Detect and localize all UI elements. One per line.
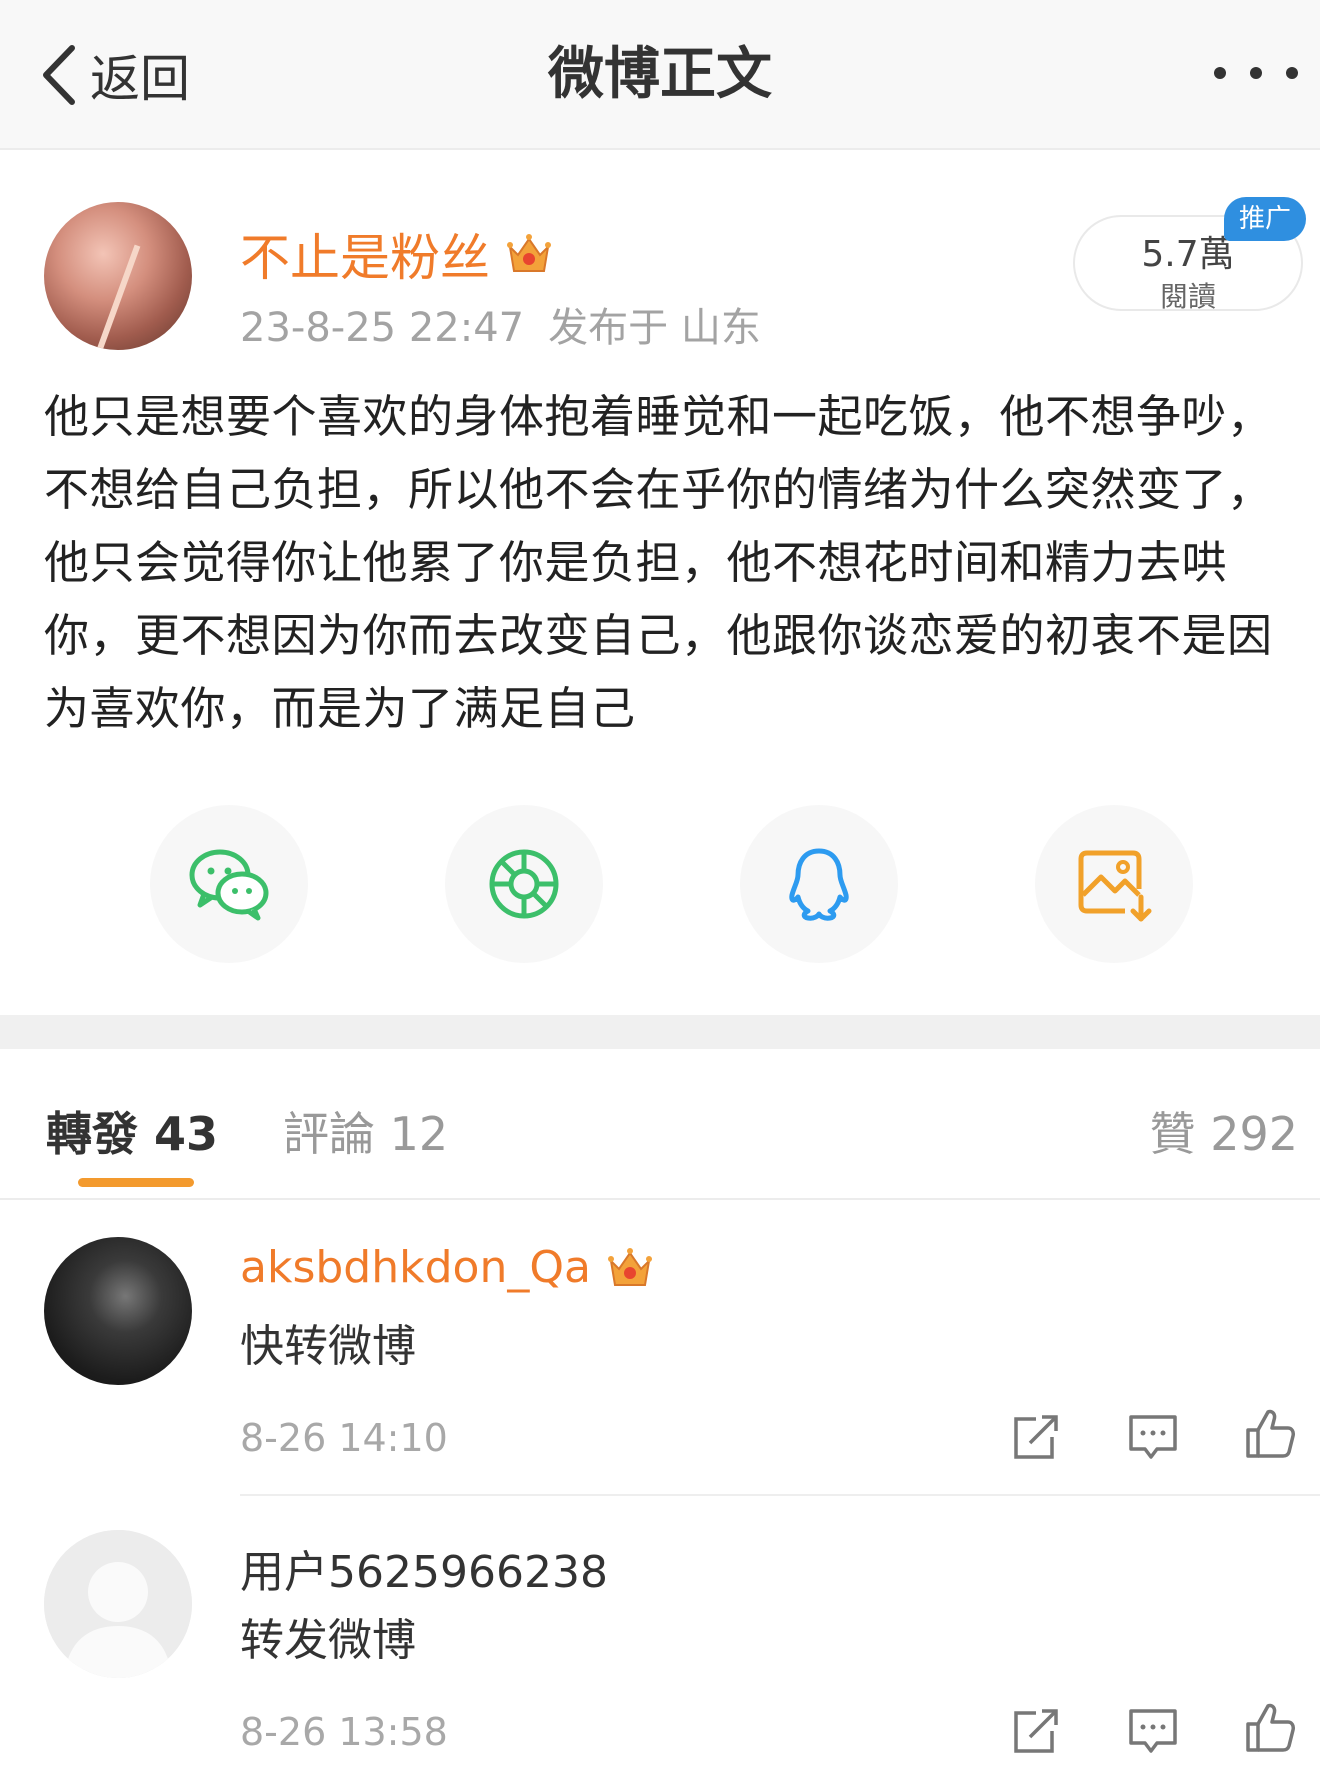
nav-header: 返回 微博正文 — [0, 0, 1320, 150]
promote-badge[interactable]: 推广 — [1224, 197, 1306, 241]
more-options-icon[interactable] — [1214, 58, 1298, 88]
comment-username[interactable]: 用户5625966238 — [240, 1536, 608, 1600]
post-meta: 23-8-25 22:47 发布于 山东 — [240, 295, 761, 353]
comment-username[interactable]: aksbdhkdon_Qa — [240, 1242, 655, 1293]
post-location: 发布于 山东 — [548, 305, 761, 351]
comment-button[interactable] — [1125, 1409, 1181, 1465]
repost-button[interactable] — [1008, 1409, 1064, 1465]
like-button[interactable] — [1242, 1700, 1298, 1756]
comment-time: 8-26 14:10 — [240, 1416, 448, 1460]
repost-icon — [1014, 1415, 1058, 1459]
page-title: 微博正文 — [548, 42, 772, 107]
tab-repost[interactable]: 轉發 43 — [46, 1098, 218, 1164]
tabs-divider — [0, 1198, 1320, 1200]
vip-crown-icon — [607, 1247, 652, 1286]
share-moments-button[interactable] — [445, 805, 603, 963]
post-content: 他只是想要个喜欢的身体抱着睡觉和一起吃饭，他不想争吵，不想给自己负担，所以他不会… — [44, 390, 1273, 735]
comment-text: 快转微博 — [240, 1321, 416, 1372]
repost-icon — [1014, 1709, 1058, 1753]
section-divider — [0, 1015, 1320, 1049]
share-qq-button[interactable] — [740, 805, 898, 963]
save-image-button[interactable] — [1035, 805, 1193, 963]
comment-button[interactable] — [1125, 1703, 1181, 1759]
wechat-icon — [189, 849, 269, 921]
tab-like[interactable]: 贊 292 — [1150, 1098, 1298, 1164]
comment-avatar[interactable] — [44, 1530, 192, 1678]
comment-icon — [1129, 1415, 1177, 1459]
active-tab-indicator — [78, 1178, 194, 1187]
thumbs-up-icon — [1246, 1409, 1295, 1458]
moments-icon — [489, 849, 559, 919]
tab-comment[interactable]: 評論 12 — [283, 1098, 448, 1164]
author-name[interactable]: 不止是粉丝 — [240, 218, 554, 290]
comment-time: 8-26 13:58 — [240, 1710, 448, 1754]
comment-username-text: 用户5625966238 — [240, 1547, 608, 1598]
save-image-icon — [1078, 850, 1152, 922]
author-avatar[interactable] — [44, 202, 192, 350]
default-avatar-icon — [44, 1530, 192, 1678]
views-label: 閱讀 — [1159, 280, 1216, 313]
comment-text: 转发微博 — [240, 1615, 416, 1666]
comment-avatar[interactable] — [44, 1237, 192, 1385]
like-button[interactable] — [1242, 1406, 1298, 1462]
vip-crown-icon — [507, 234, 551, 272]
share-wechat-button[interactable] — [150, 805, 308, 963]
thumbs-up-icon — [1246, 1703, 1295, 1752]
comment-separator — [240, 1494, 1320, 1496]
comment-username-text: aksbdhkdon_Qa — [240, 1242, 591, 1293]
author-name-text: 不止是粉丝 — [240, 229, 490, 287]
qq-icon — [789, 848, 849, 921]
post-date: 23-8-25 22:47 — [240, 305, 525, 351]
comment-icon — [1129, 1709, 1177, 1753]
repost-button[interactable] — [1008, 1703, 1064, 1759]
